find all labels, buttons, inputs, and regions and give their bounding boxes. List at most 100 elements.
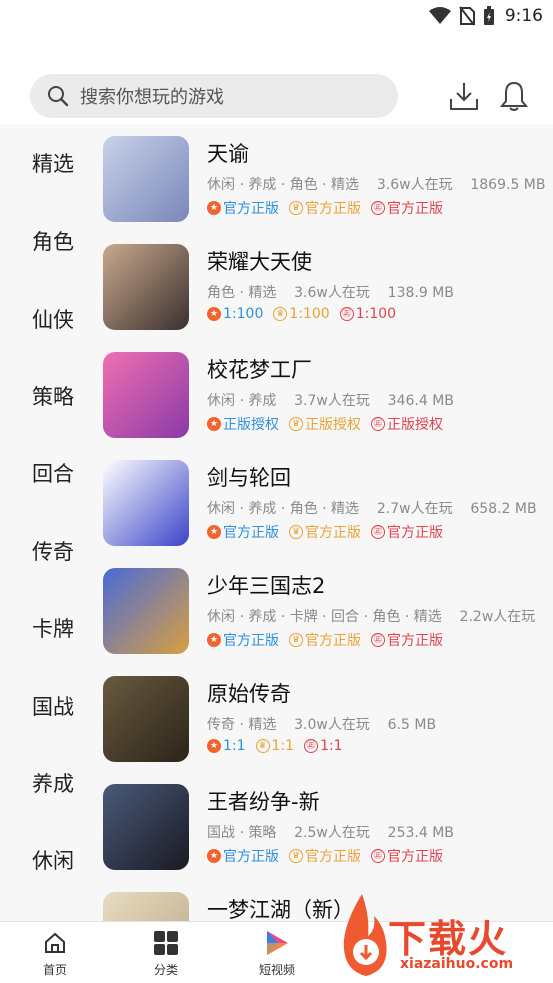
game-meta: 传奇 · 精选 3.0w人在玩 6.5 MB <box>207 717 437 733</box>
badge-icon: ♛ <box>289 525 303 539</box>
game-tag-label: 官方正版 <box>305 849 361 865</box>
nav-home-label: 首页 <box>42 963 67 977</box>
game-meta: 国战 · 策略 2.5w人在玩 253.4 MB <box>207 825 454 841</box>
game-thumbnail <box>103 460 189 546</box>
badge-icon: ㊣ <box>371 525 385 539</box>
nav-short-video[interactable]: 短视频 <box>237 928 317 978</box>
game-tag: ㊣ 1:100 <box>339 306 397 322</box>
game-tag: ★ 正版授权 <box>207 414 279 434</box>
watermark-logo: 下载火 xiazaihuo.com <box>326 890 553 983</box>
game-tag-label: 官方正版 <box>223 849 279 865</box>
flame-logo-icon <box>343 894 387 976</box>
notification-button[interactable] <box>496 78 532 114</box>
download-icon <box>450 83 478 110</box>
game-meta: 休闲 · 养成 · 卡牌 · 回合 · 角色 · 精选 2.2w人在玩 16 <box>207 609 553 625</box>
search-input[interactable]: 搜索你想玩的游戏 <box>30 74 398 118</box>
game-tag-label: 官方正版 <box>223 525 279 541</box>
badge-icon: ㊣ <box>371 417 385 431</box>
badge-icon: ♛ <box>255 739 270 753</box>
game-tags: ★ 官方正版 ♛ 官方正版㊣官方正版 <box>207 846 443 866</box>
game-thumbnail <box>103 784 189 870</box>
badge-icon: ★ <box>207 739 221 753</box>
watermark-text: 下载火 <box>388 917 509 961</box>
battery-icon <box>483 6 494 25</box>
game-tags: ★ 官方正版 ♛ 官方正版㊣官方正版 <box>207 630 443 650</box>
game-thumbnail <box>103 676 189 762</box>
nav-home[interactable]: 首页 <box>15 928 95 978</box>
game-tag-label: 1:1 <box>320 738 343 754</box>
game-tag: ★ 官方正版 <box>207 198 279 218</box>
game-item[interactable]: 原始传奇 传奇 · 精选 3.0w人在玩 6.5 MB ★ 1:1 ♛ 1:1 ㊣ 1:1 <box>103 676 553 766</box>
game-thumbnail <box>103 892 189 921</box>
game-tag-label: 官方正版 <box>387 633 443 649</box>
nav-short-video-label: 短视频 <box>258 963 295 977</box>
game-tag-label: 1:100 <box>289 306 330 322</box>
game-tag: ★ 官方正版 <box>207 846 279 866</box>
game-tag-label: 官方正版 <box>387 525 443 541</box>
badge-icon: ㊣ <box>371 201 385 215</box>
game-thumbnail <box>103 136 189 222</box>
game-meta: 休闲 · 养成 3.7w人在玩 346.4 MB <box>207 393 454 409</box>
game-tag: ♛ 正版授权 <box>289 414 361 434</box>
game-tag-label: 官方正版 <box>223 201 279 217</box>
badge-icon: ㊣ <box>371 849 385 863</box>
nav-categories-label: 分类 <box>153 963 178 977</box>
game-tag-label: 官方正版 <box>305 201 361 217</box>
game-name: 天谕 <box>207 142 249 166</box>
download-button[interactable] <box>446 78 482 114</box>
game-tag: ★ 1:100 <box>207 306 263 322</box>
game-name: 荣耀大天使 <box>207 250 312 274</box>
game-tag-label: 1:100 <box>355 306 397 322</box>
badge-icon: ㊣ <box>339 307 354 321</box>
game-meta: 角色 · 精选 3.6w人在玩 138.9 MB <box>207 285 454 301</box>
game-tag: ★ 官方正版 <box>207 522 279 542</box>
game-tag-label: 1:1 <box>271 738 295 754</box>
badge-icon: ㊣ <box>304 739 319 753</box>
game-tag-label: 官方正版 <box>305 633 361 649</box>
game-name: 剑与轮回 <box>207 466 291 490</box>
game-thumbnail <box>103 352 189 438</box>
status-bar: 9:16 <box>0 0 553 32</box>
badge-icon: ★ <box>207 201 221 215</box>
game-tags: ★ 官方正版 ♛ 官方正版㊣官方正版 <box>207 522 443 542</box>
game-tag: ♛ 1:1 <box>255 738 295 754</box>
game-item[interactable]: 剑与轮回 休闲 · 养成 · 角色 · 精选 2.7w人在玩 658.2 MB ★ 官… <box>103 460 553 550</box>
game-tag: ㊣官方正版 <box>371 198 443 218</box>
status-time: 9:16 <box>504 6 543 26</box>
badge-icon: ★ <box>207 633 221 647</box>
game-tags: ★ 1:100 ♛ 1:100 ㊣ 1:100 <box>207 306 396 322</box>
game-item[interactable]: 王者纷争-新 国战 · 策略 2.5w人在玩 253.4 MB ★ 官方正版 ♛ 官方正版… <box>103 784 553 874</box>
badge-icon: ♛ <box>289 417 303 431</box>
nav-categories[interactable]: 分类 <box>126 928 206 978</box>
game-item[interactable]: 荣耀大天使角色 · 精选 3.6w人在玩 138.9 MB ★ 1:100 ♛ 1:10… <box>103 244 553 334</box>
game-meta: 休闲 · 养成 · 角色 · 精选 2.7w人在玩 658.2 MB <box>207 501 537 517</box>
game-item[interactable]: 天谕 休闲 · 养成 · 角色 · 精选 3.6w人在玩 1869.5 MB ★ 官方… <box>103 136 553 226</box>
game-item[interactable]: 校花梦工厂 休闲 · 养成 3.7w人在玩 346.4 MB ★ 正版授权 ♛ 正版授权㊣… <box>103 352 553 442</box>
game-thumbnail <box>103 244 189 330</box>
home-icon <box>45 932 65 953</box>
game-list: 天谕 休闲 · 养成 · 角色 · 精选 3.6w人在玩 1869.5 MB ★ 官方… <box>0 124 553 921</box>
game-tag: ♛ 官方正版 <box>289 522 361 542</box>
search-placeholder: 搜索你想玩的游戏 <box>80 87 224 108</box>
badge-icon: ♛ <box>289 633 303 647</box>
game-name: 少年三国志2 <box>207 574 326 598</box>
badge-icon: ★ <box>207 417 221 431</box>
game-tag: ♛ 1:100 <box>273 306 330 322</box>
badge-icon: ★ <box>207 525 221 539</box>
game-tags: ★ 官方正版 ♛ 官方正版㊣官方正版 <box>207 198 443 218</box>
game-item[interactable]: 少年三国志2 休闲 · 养成 · 卡牌 · 回合 · 角色 · 精选 2.2w人在… <box>103 568 553 658</box>
game-tag: ♛ 官方正版 <box>289 630 361 650</box>
badge-icon: ㊣ <box>371 633 385 647</box>
game-name: 校花梦工厂 <box>207 358 312 382</box>
game-tag-label: 1:1 <box>223 738 246 754</box>
game-tag-label: 正版授权 <box>387 417 443 433</box>
game-tags: ★ 1:1 ♛ 1:1 ㊣ 1:1 <box>207 738 343 754</box>
game-tag: ㊣官方正版 <box>371 522 443 542</box>
game-tag-label: 官方正版 <box>223 633 279 649</box>
game-tag: ★ 官方正版 <box>207 630 279 650</box>
content-area: 精选 角色 仙侠 策略 回合 传奇 卡牌 国战 养成 休闲 天谕 休闲 · 养成 … <box>0 124 553 921</box>
game-tags: ★ 正版授权 ♛ 正版授权㊣正版授权 <box>207 414 443 434</box>
game-name: 原始传奇 <box>207 682 291 706</box>
game-tag: ㊣官方正版 <box>371 846 443 866</box>
game-tag-label: 官方正版 <box>387 201 443 217</box>
